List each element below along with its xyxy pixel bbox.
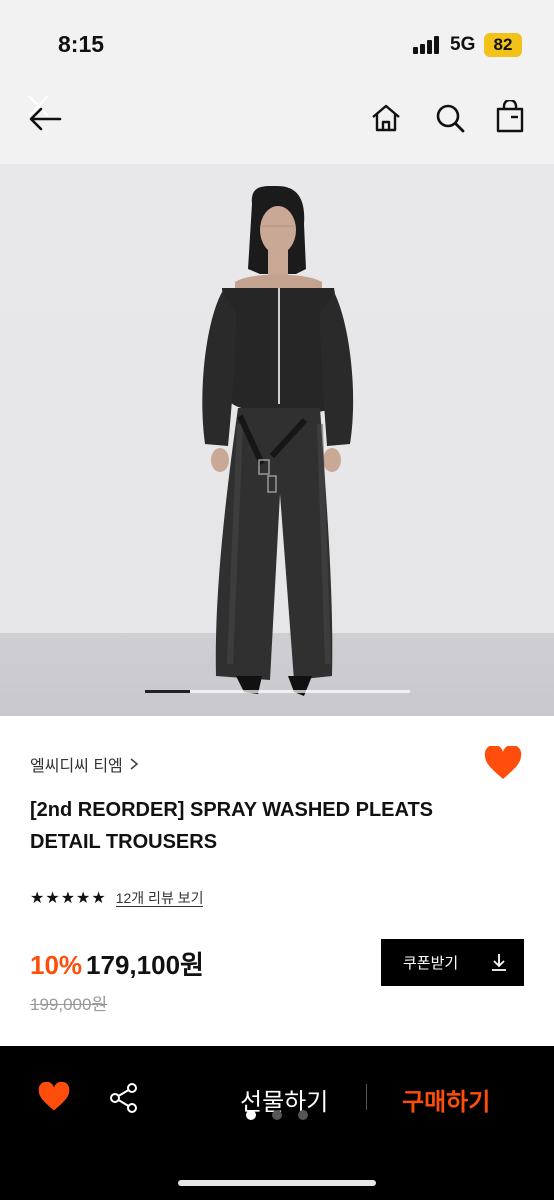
page-dot (272, 1110, 282, 1120)
sale-price: 179,100원 (86, 950, 204, 980)
price-row: 10% 179,100원 (30, 945, 204, 982)
status-bar: 8:15 5G 82 (0, 0, 554, 90)
star-icon: ★ (60, 890, 76, 907)
back-arrow-icon[interactable] (26, 94, 66, 134)
search-icon[interactable] (434, 102, 466, 134)
buy-button[interactable]: 구매하기 (402, 1082, 490, 1117)
page-dots (246, 1110, 308, 1120)
signal-icon (413, 36, 443, 54)
nav-bar (0, 90, 554, 164)
shopping-bag-icon[interactable] (494, 100, 526, 134)
divider (366, 1084, 367, 1110)
product-title: [2nd REORDER] SPRAY WASHED PLEATS DETAIL… (30, 799, 434, 853)
star-icon: ★ (91, 890, 106, 907)
chevron-right-icon (130, 758, 139, 770)
review-link[interactable]: 12개 리뷰 보기 (115, 890, 204, 907)
coupon-label: 쿠폰받기 (403, 955, 459, 972)
image-pager (145, 690, 410, 693)
brand-link[interactable]: 엘씨디씨 티엠 (30, 752, 139, 776)
page-dot-active (246, 1110, 256, 1120)
original-price: 199,000원 (30, 995, 108, 1014)
coupon-button[interactable]: 쿠폰받기 (381, 939, 524, 986)
home-icon[interactable] (370, 102, 402, 134)
star-icon: ★ (45, 890, 60, 907)
like-heart-icon[interactable] (484, 746, 522, 780)
model-photo (202, 185, 354, 696)
page-dot (298, 1110, 308, 1120)
network-label: 5G (450, 34, 476, 55)
image-pager-progress (145, 690, 191, 693)
rating-row: ★ ★ ★ ★ ★ 12개 리뷰 보기 (30, 888, 204, 908)
star-icon: ★ (76, 890, 91, 907)
star-icon: ★ (30, 890, 45, 907)
bottom-action-bar: 선물하기 구매하기 (0, 1046, 554, 1200)
home-indicator (178, 1180, 376, 1186)
battery-badge: 82 (484, 33, 522, 57)
wishlist-heart-icon[interactable] (38, 1082, 70, 1112)
brand-name: 엘씨디씨 티엠 (30, 758, 123, 775)
share-icon[interactable] (108, 1082, 140, 1114)
status-time: 8:15 (58, 31, 105, 57)
discount-rate: 10% (30, 950, 83, 980)
product-image[interactable] (0, 164, 554, 716)
download-icon (492, 954, 506, 971)
